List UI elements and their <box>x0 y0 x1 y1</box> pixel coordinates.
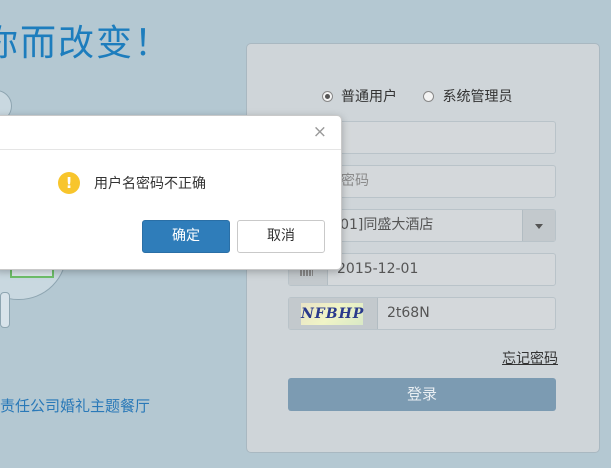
captcha-field[interactable]: NFBHP 2t68N <box>288 297 556 330</box>
dialog-message: ! 用户名密码不正确 <box>58 172 206 194</box>
radio-selected-icon <box>322 90 333 102</box>
warning-icon: ! <box>58 172 80 194</box>
slogan: 你而改变！ <box>0 23 173 64</box>
ok-button[interactable]: 确定 <box>142 220 230 253</box>
radio-label: 普通用户 <box>341 89 397 105</box>
date-value: 2015-12-01 <box>337 261 419 277</box>
radio-normal-user[interactable]: 普通用户 <box>322 86 397 106</box>
captcha-image[interactable]: NFBHP <box>301 303 363 325</box>
radio-label: 系统管理员 <box>442 89 513 105</box>
error-dialog: × ! 用户名密码不正确 确定 取消 <box>0 115 342 270</box>
cancel-button[interactable]: 取消 <box>237 220 325 253</box>
company-name: 责任公司婚礼主题餐厅 <box>0 397 151 415</box>
decorative-handle <box>0 292 10 328</box>
dialog-header: × <box>0 116 341 150</box>
radio-unselected-icon <box>423 90 435 102</box>
captcha-value: 2t68N <box>387 305 430 321</box>
close-icon[interactable]: × <box>313 122 327 142</box>
captcha-addon[interactable]: NFBHP <box>289 298 378 329</box>
login-button[interactable]: 登录 <box>288 378 556 411</box>
role-selector: 普通用户 系统管理员 <box>322 86 534 106</box>
forgot-password-link[interactable]: 忘记密码 <box>502 348 558 368</box>
chevron-down-icon[interactable] <box>522 210 555 241</box>
radio-admin[interactable]: 系统管理员 <box>423 86 512 106</box>
dialog-text: 用户名密码不正确 <box>94 176 206 192</box>
